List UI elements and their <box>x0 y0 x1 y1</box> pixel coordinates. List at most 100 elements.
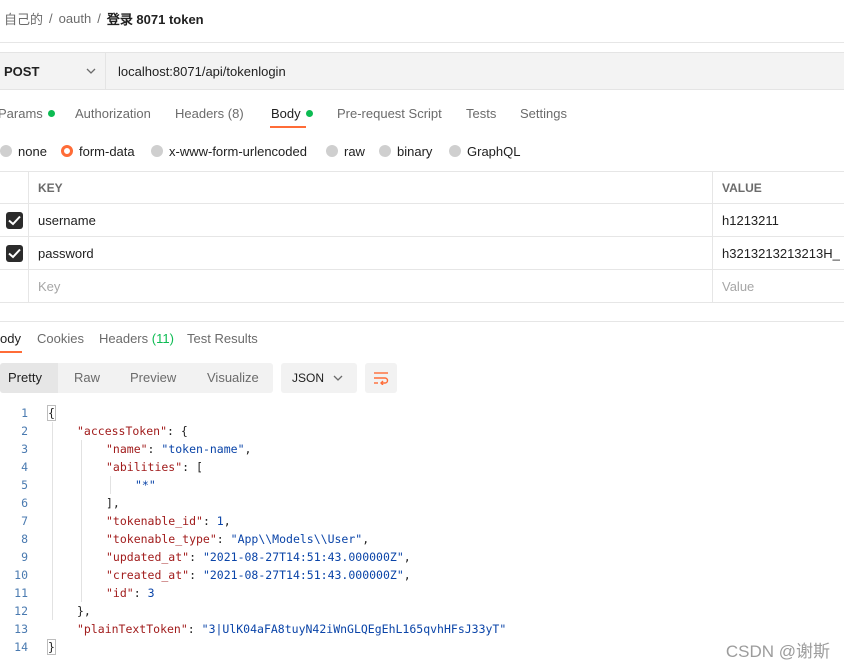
line-number: 1 <box>21 406 28 420</box>
json-key: "created_at" <box>106 568 190 582</box>
key-placeholder[interactable]: Key <box>38 279 60 294</box>
radio-circle <box>151 145 163 157</box>
tab-settings[interactable]: Settings <box>520 106 567 121</box>
radio-graphql[interactable]: GraphQL <box>449 143 520 159</box>
line-number: 3 <box>21 442 28 456</box>
radio-label: raw <box>344 143 365 159</box>
url-bar <box>106 52 844 90</box>
row-key[interactable]: username <box>38 213 96 228</box>
wrap-lines-button[interactable] <box>365 363 397 393</box>
line-number: 2 <box>21 424 28 438</box>
line-number: 12 <box>14 604 28 618</box>
code-line: 5 "*" <box>0 476 844 494</box>
format-select[interactable]: JSON <box>281 363 357 393</box>
radio-label: form-data <box>79 143 135 159</box>
request-name[interactable]: 登录 8071 token <box>107 9 204 28</box>
method-select[interactable]: POST <box>0 52 106 90</box>
code-line: 11 "id": 3 <box>0 584 844 602</box>
response-tab-headers[interactable]: Headers (11) <box>99 331 174 346</box>
json-string: "2021-08-27T14:51:43.000000Z" <box>202 568 404 582</box>
method-label: POST <box>4 64 40 79</box>
json-key: "abilities" <box>106 460 183 474</box>
chevron-down-icon <box>333 375 343 381</box>
breadcrumb-separator: / <box>97 10 101 26</box>
response-tab-body[interactable]: ody <box>0 331 21 346</box>
json-key: "id" <box>106 586 134 600</box>
code-text: }, <box>77 604 91 618</box>
response-tab-test-results[interactable]: Test Results <box>187 331 258 346</box>
tab-headers[interactable]: Headers (8) <box>175 106 244 121</box>
tab-count: (11) <box>151 331 174 346</box>
radio-circle <box>326 145 338 157</box>
line-number: 5 <box>21 478 28 492</box>
row-checkbox[interactable] <box>6 212 23 229</box>
breadcrumb: 自己的 / oauth / 登录 8071 token <box>4 9 204 27</box>
check-icon <box>8 215 21 226</box>
code-text: "plainTextToken": "3|UlK04aFA8tuyN42iWnG… <box>77 622 507 636</box>
view-preview-button[interactable]: Preview <box>130 370 176 385</box>
radio-circle <box>379 145 391 157</box>
radio-x-www-form-urlencoded[interactable]: x-www-form-urlencoded <box>151 143 307 159</box>
active-tab-indicator <box>0 351 22 353</box>
column-divider <box>28 171 29 303</box>
code-line: 1{ <box>0 404 844 422</box>
breadcrumb-workspace[interactable]: 自己的 <box>4 9 43 28</box>
chevron-down-icon <box>86 68 96 74</box>
code-line: 2 "accessToken": { <box>0 422 844 440</box>
code-text: "created_at": "2021-08-27T14:51:43.00000… <box>106 568 411 582</box>
radio-form-data[interactable]: form-data <box>61 143 135 159</box>
json-number: 1 <box>216 514 224 528</box>
breadcrumb-separator: / <box>49 10 53 26</box>
view-pretty-button[interactable]: Pretty <box>8 370 42 385</box>
tab-params[interactable]: Params <box>0 106 55 121</box>
value-placeholder[interactable]: Value <box>722 279 754 294</box>
breadcrumb-collection[interactable]: oauth <box>59 11 92 26</box>
json-string: "3|UlK04aFA8tuyN42iWnGLQEgEhL165qvhHFsJ3… <box>201 622 507 636</box>
code-text: "accessToken": { <box>77 424 188 438</box>
tab-authorization[interactable]: Authorization <box>75 106 151 121</box>
row-value[interactable]: h1213211 <box>722 213 779 228</box>
column-divider <box>712 171 713 303</box>
radio-raw[interactable]: raw <box>326 143 365 159</box>
view-raw-button[interactable]: Raw <box>74 370 100 385</box>
line-number: 14 <box>14 640 28 654</box>
status-dot <box>47 110 55 117</box>
tab-count: (8) <box>227 106 244 121</box>
code-text: "tokenable_id": 1, <box>106 514 231 528</box>
check-icon <box>8 248 21 259</box>
table-header-row: KEY VALUE <box>0 171 844 204</box>
row-key[interactable]: password <box>38 246 94 261</box>
pane-divider[interactable] <box>0 321 844 322</box>
line-number: 4 <box>21 460 28 474</box>
radio-label: GraphQL <box>467 143 521 159</box>
wrap-lines-icon <box>374 372 389 385</box>
code-line: 9 "updated_at": "2021-08-27T14:51:43.0000… <box>0 548 844 566</box>
code-text: ], <box>106 496 120 510</box>
row-checkbox[interactable] <box>6 245 23 262</box>
tab-body[interactable]: Body <box>271 106 313 121</box>
radio-label: binary <box>397 143 433 159</box>
code-text: "id": 3 <box>106 586 155 600</box>
url-input[interactable] <box>118 64 718 79</box>
json-punct: : [ <box>182 460 203 474</box>
radio-circle <box>449 145 461 157</box>
code-text: "abilities": [ <box>106 460 203 474</box>
code-line: 7 "tokenable_id": 1, <box>0 512 844 530</box>
radio-none[interactable]: none <box>0 143 47 159</box>
column-header-value: VALUE <box>722 181 762 195</box>
line-number: 13 <box>14 622 28 636</box>
code-line: 14} <box>0 638 844 656</box>
response-tab-cookies[interactable]: Cookies <box>37 331 84 346</box>
tab-pre-request-script[interactable]: Pre-request Script <box>337 106 442 121</box>
json-key: "accessToken" <box>77 424 168 438</box>
tab-tests[interactable]: Tests <box>466 106 496 121</box>
radio-binary[interactable]: binary <box>379 143 432 159</box>
table-row: password h3213213213213H_ <box>0 237 844 270</box>
line-number: 6 <box>21 496 28 510</box>
row-value[interactable]: h3213213213213H_ <box>722 246 840 261</box>
watermark: CSDN @谢斯 <box>725 642 830 661</box>
json-key: "updated_at" <box>106 550 190 564</box>
code-text: "name": "token-name", <box>106 442 252 456</box>
line-number: 11 <box>14 586 28 600</box>
view-visualize-button[interactable]: Visualize <box>207 370 259 385</box>
